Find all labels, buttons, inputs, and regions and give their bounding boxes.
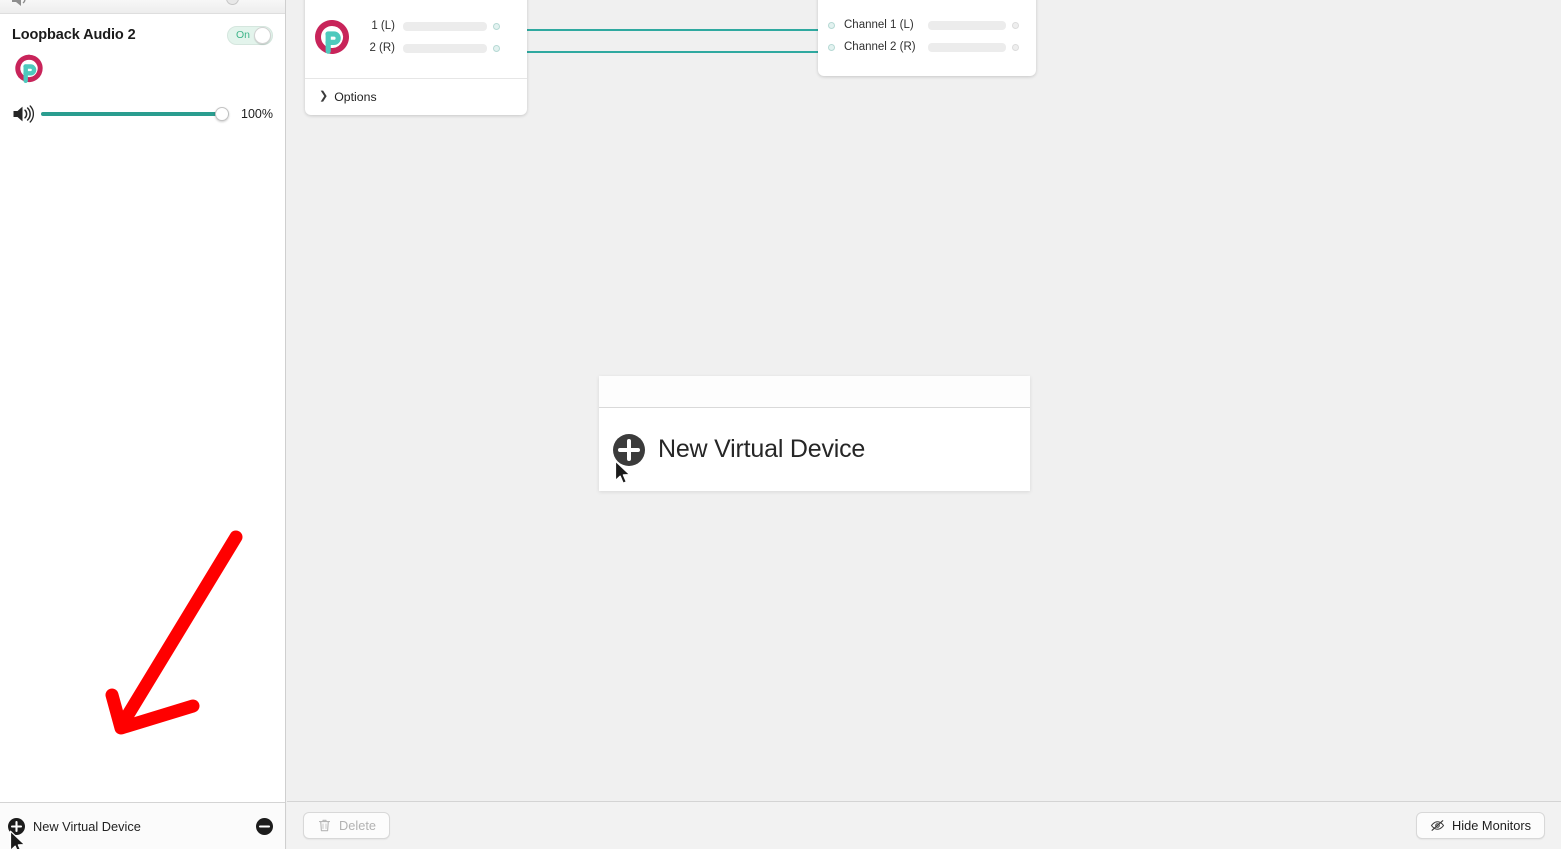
channel-meter (403, 21, 487, 31)
output-port-icon[interactable] (493, 44, 500, 52)
hide-monitors-button[interactable]: Hide Monitors (1416, 812, 1545, 839)
source-node-options-row[interactable]: ❯ Options (305, 78, 527, 114)
device-sidebar: Loopback Audio 2 On 100% New Virtual Dev… (0, 0, 286, 849)
loopback-app-window: Loopback Audio 2 On 100% New Virtual Dev… (0, 0, 1561, 849)
loopback-logo-icon (315, 20, 349, 54)
speaker-icon (13, 105, 34, 123)
delete-button[interactable]: Delete (303, 812, 390, 839)
output-channel-list: Channel 1 (L) Channel 2 (R) (828, 14, 1026, 58)
plus-circle-icon[interactable] (8, 817, 25, 835)
channel-meter (928, 42, 1006, 52)
delete-button-label: Delete (339, 818, 376, 833)
bottom-toolbar: Delete Hide Monitors (287, 801, 1561, 849)
minus-circle-icon[interactable] (256, 817, 273, 835)
volume-slider-fill (41, 112, 229, 116)
channel-label: 2 (R) (369, 42, 395, 54)
source-node-loopback[interactable]: 1 (L) 2 (R) ❯ Options (305, 0, 527, 115)
source-channel-list: 1 (L) 2 (R) (361, 15, 517, 59)
output-port-icon[interactable] (493, 22, 500, 30)
cut-off-volume-knob[interactable] (226, 0, 239, 5)
source-node-body: 1 (L) 2 (R) (305, 0, 527, 78)
toggle-knob[interactable] (254, 26, 271, 44)
speaker-icon (12, 0, 26, 6)
output-node-body: Channel 1 (L) Channel 2 (R) (818, 0, 1036, 76)
channel-label: 1 (L) (371, 20, 395, 32)
channel-label: Channel 1 (L) (844, 19, 914, 31)
output-channel-row[interactable]: Channel 1 (L) (828, 14, 1026, 36)
device-volume-row[interactable]: 100% (12, 104, 273, 124)
output-port-icon[interactable] (1012, 43, 1019, 51)
chevron-right-icon[interactable]: ❯ (319, 91, 328, 102)
device-enable-toggle[interactable]: On (227, 25, 273, 45)
channel-label: Channel 2 (R) (844, 41, 916, 53)
loopback-logo-icon (15, 54, 43, 83)
channel-meter (403, 43, 487, 53)
eye-slash-icon (1430, 820, 1445, 831)
volume-percent-label: 100% (241, 107, 273, 121)
output-node-channels[interactable]: Channel 1 (L) Channel 2 (R) (818, 0, 1036, 76)
sidebar-device-loopback-audio-2[interactable]: Loopback Audio 2 On 100% (0, 14, 285, 138)
options-label[interactable]: Options (334, 90, 376, 104)
popup-empty-section (599, 376, 1030, 408)
output-channel-row[interactable]: Channel 2 (R) (828, 36, 1026, 58)
device-title: Loopback Audio 2 (12, 27, 136, 43)
new-virtual-device-popup[interactable]: New Virtual Device (599, 376, 1030, 491)
popup-item-label[interactable]: New Virtual Device (658, 435, 865, 464)
volume-slider[interactable] (41, 106, 229, 122)
input-port-icon[interactable] (828, 43, 835, 51)
hide-monitors-button-label: Hide Monitors (1452, 818, 1531, 833)
device-header: Loopback Audio 2 On (12, 24, 273, 46)
source-channel-row[interactable]: 2 (R) (361, 37, 517, 59)
plus-circle-icon[interactable] (613, 433, 645, 466)
popup-item-new-virtual-device[interactable]: New Virtual Device (599, 408, 1030, 491)
trash-icon (318, 819, 331, 832)
input-port-icon[interactable] (828, 21, 835, 29)
toggle-state-label: On (236, 29, 251, 41)
sidebar-cut-off-device-row[interactable] (0, 0, 285, 14)
channel-meter (928, 20, 1006, 30)
output-port-icon[interactable] (1012, 21, 1019, 29)
volume-slider-knob[interactable] (215, 107, 229, 121)
source-channel-row[interactable]: 1 (L) (361, 15, 517, 37)
sidebar-footer: New Virtual Device (0, 802, 285, 849)
new-virtual-device-label[interactable]: New Virtual Device (33, 819, 256, 834)
